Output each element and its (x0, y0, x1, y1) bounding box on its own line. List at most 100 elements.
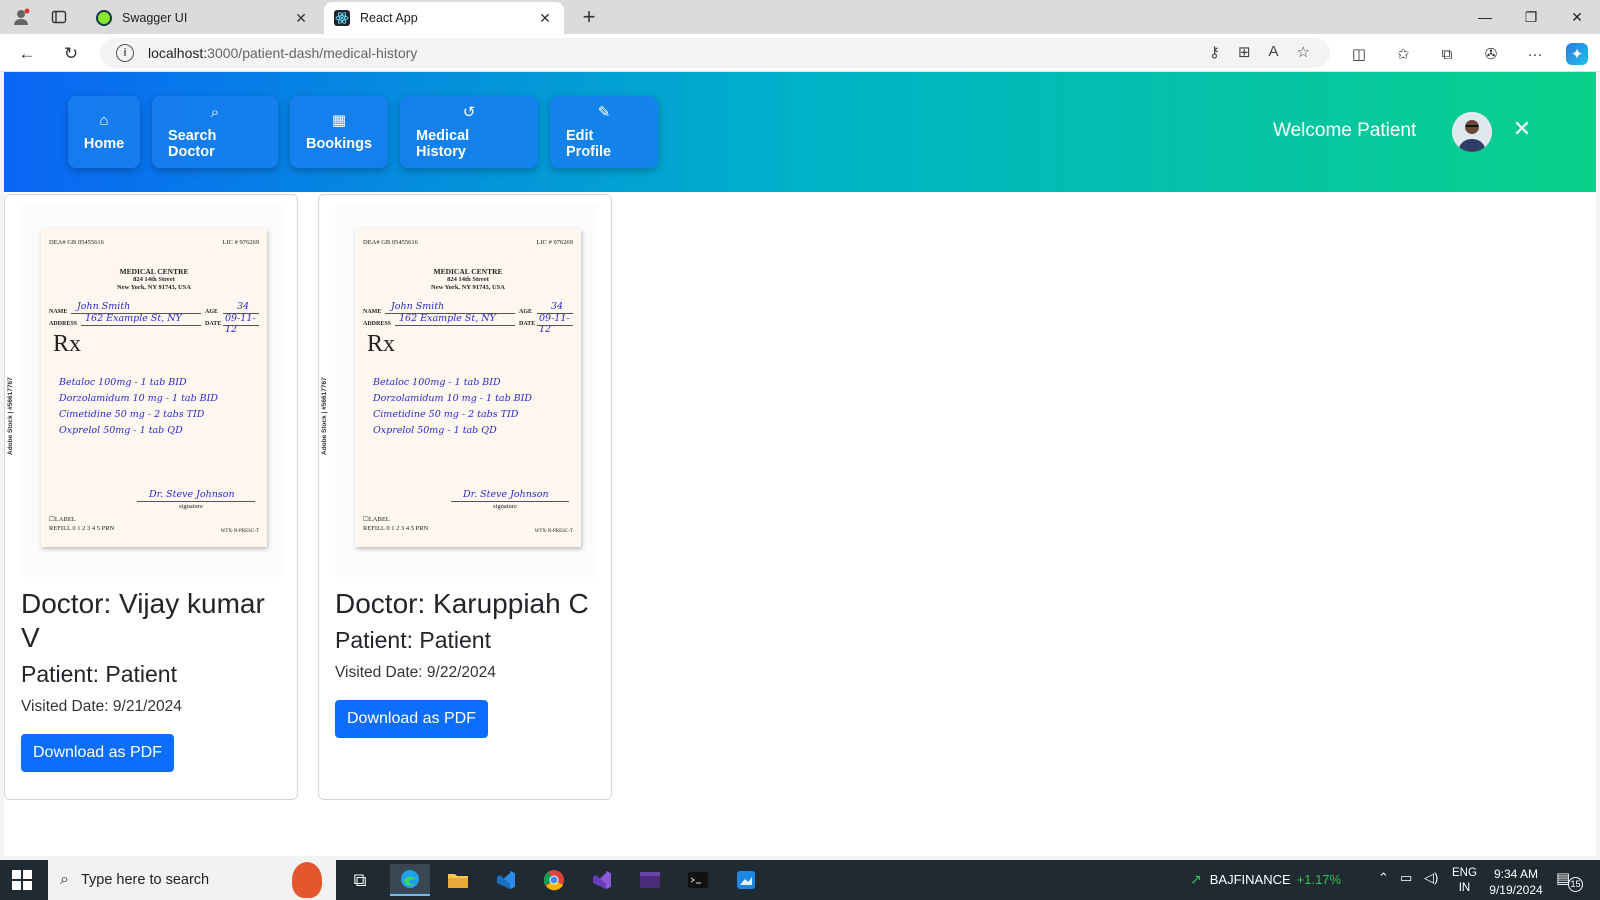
patient-name-handwritten: John Smith (391, 301, 445, 312)
nav-home[interactable]: ⌂ Home (68, 96, 140, 168)
chrome-icon[interactable] (534, 864, 574, 896)
nav-bookings[interactable]: ▦ Bookings (290, 96, 388, 168)
close-window-button[interactable]: ✕ (1554, 0, 1600, 34)
clinic-city: New York, NY 91743, USA (431, 284, 505, 291)
tab-react-app[interactable]: React App ✕ (324, 2, 564, 34)
stock-watermark: Adobe Stock | #56617767 (321, 377, 328, 455)
rx-symbol: Rx (367, 331, 396, 357)
language-indicator[interactable]: ENG IN (1452, 866, 1477, 896)
app-available-icon[interactable]: ⊞ (1238, 43, 1251, 61)
doctor-signature: Dr. Steve Johnson (463, 489, 549, 500)
age-handwritten: 34 (551, 301, 564, 312)
task-view-icon[interactable]: ⧉ (340, 864, 380, 896)
nav-label: Bookings (305, 136, 373, 152)
refresh-icon[interactable]: ↻ (58, 41, 84, 67)
signature-label: signature (179, 503, 203, 510)
patient-name: Patient: Patient (21, 661, 177, 687)
name-label: NAME (363, 309, 382, 315)
nav-label: Home (83, 136, 125, 152)
dea-number: DEA# GB 05455616 (363, 239, 418, 246)
patient-name: Patient: Patient (335, 627, 491, 653)
more-menu-icon[interactable]: ··· (1524, 43, 1546, 65)
react-favicon-icon (334, 10, 350, 26)
back-icon[interactable]: ← (14, 41, 40, 67)
extensions-icon[interactable]: ✇ (1480, 43, 1502, 65)
search-icon: ⌕ (60, 871, 69, 888)
windows-start-icon[interactable] (12, 870, 32, 890)
prescription-paper: DEA# GB 05455616 LIC # 976269 MEDICAL CE… (355, 229, 581, 547)
stock-ticker-widget[interactable]: ↗ BAJFINANCE +1.17% (1190, 871, 1341, 888)
medication-line: Oxprelol 50mg - 1 tab QD (373, 425, 497, 436)
medication-line: Betaloc 100mg - 1 tab BID (373, 377, 501, 388)
paint-app-icon[interactable] (726, 864, 766, 896)
notification-count: 15 (1568, 877, 1583, 892)
tab-actions-icon[interactable] (48, 6, 70, 28)
tab-close-icon[interactable]: ✕ (536, 10, 554, 27)
nav-edit-profile[interactable]: ✎ Edit Profile (550, 96, 658, 168)
nav-search-doctor[interactable]: ⌕ Search Doctor (152, 96, 278, 168)
restore-button[interactable]: ❐ (1508, 0, 1554, 34)
trend-up-icon: ↗ (1190, 871, 1202, 887)
nav-medical-history[interactable]: ↺ Medical History (400, 96, 538, 168)
notification-center-icon[interactable]: ▤ 15 (1556, 869, 1583, 892)
close-icon[interactable]: ✕ (1508, 116, 1536, 142)
favorite-star-icon[interactable]: ☆ (1297, 43, 1310, 61)
search-icon: ⌕ (210, 104, 220, 121)
search-placeholder: Type here to search (80, 872, 210, 888)
prescription-paper: DEA# GB 05455616 LIC # 976269 MEDICAL CE… (41, 229, 267, 547)
form-number: WTX-N-PRESC-T (220, 529, 259, 534)
password-key-icon[interactable]: ⚷ (1209, 43, 1220, 61)
favorites-icon[interactable]: ✩ (1392, 43, 1414, 65)
page-viewport: ⌂ Home ⌕ Search Doctor ▦ Bookings ↺ Medi… (4, 72, 1596, 856)
terminal-icon[interactable] (678, 864, 718, 896)
date-label: DATE (205, 321, 222, 327)
ticker-symbol: BAJFINANCE (1209, 872, 1291, 887)
tab-close-icon[interactable]: ✕ (292, 10, 310, 27)
edge-browser-icon[interactable] (390, 864, 430, 896)
split-screen-icon[interactable]: ◫ (1348, 43, 1370, 65)
vscode-icon[interactable] (486, 864, 526, 896)
name-label: NAME (49, 309, 68, 315)
system-clock[interactable]: 9:34 AM 9/19/2024 (1484, 866, 1548, 898)
visual-studio-icon[interactable] (582, 864, 622, 896)
download-pdf-button[interactable]: Download as PDF (21, 734, 174, 772)
signature-label: signature (493, 503, 517, 510)
file-explorer-icon[interactable] (438, 864, 478, 896)
url-text: localhost:3000/patient-dash/medical-hist… (148, 45, 418, 61)
refill-row: REFILL 0 1 2 3 4 5 PRN (363, 525, 429, 532)
taskbar-search-box[interactable]: ⌕ Type here to search (48, 860, 336, 900)
volume-icon[interactable]: ◁) (1424, 870, 1438, 886)
home-icon: ⌂ (99, 112, 109, 129)
download-pdf-button[interactable]: Download as PDF (335, 700, 488, 738)
minimize-button[interactable]: — (1462, 0, 1508, 34)
license-number: LIC # 976269 (222, 239, 259, 246)
url-field[interactable]: i localhost:3000/patient-dash/medical-hi… (100, 38, 1330, 68)
age-label: AGE (205, 309, 219, 315)
card-body: Doctor: Karuppiah C Patient: Patient Vis… (335, 587, 597, 738)
card-body: Doctor: Vijay kumar V Patient: Patient V… (21, 587, 283, 772)
medical-record-card: Adobe Stock | #56617767 DEA# GB 05455616… (4, 194, 298, 800)
tab-title: React App (360, 11, 418, 25)
tab-title: Swagger UI (122, 11, 188, 25)
clinic-city: New York, NY 91743, USA (117, 284, 191, 291)
doctor-signature: Dr. Steve Johnson (149, 489, 235, 500)
medical-record-card: Adobe Stock | #56617767 DEA# GB 05455616… (318, 194, 612, 800)
chevron-up-icon[interactable]: ⌃ (1378, 870, 1389, 886)
visited-date: Visited Date: 9/22/2024 (335, 664, 496, 681)
terminal-purple-icon[interactable] (630, 864, 670, 896)
copilot-icon[interactable]: ✦ (1566, 43, 1588, 65)
avatar[interactable] (1452, 112, 1492, 152)
medication-line: Betaloc 100mg - 1 tab BID (59, 377, 187, 388)
new-tab-button[interactable]: + (577, 5, 601, 29)
site-info-icon[interactable]: i (116, 44, 134, 62)
network-icon[interactable]: ▭ (1400, 870, 1412, 886)
nav-label: Search Doctor (168, 128, 217, 160)
ticker-change: +1.17% (1296, 872, 1342, 887)
profile-icon[interactable] (10, 6, 32, 28)
prescription-image: Adobe Stock | #56617767 DEA# GB 05455616… (7, 205, 283, 577)
doctor-name: Doctor: Vijay kumar V (21, 588, 265, 653)
refill-row: REFILL 0 1 2 3 4 5 PRN (49, 525, 115, 532)
read-aloud-icon[interactable]: A (1269, 43, 1279, 61)
collections-icon[interactable]: ⧉ (1436, 43, 1458, 65)
tab-swagger[interactable]: Swagger UI ✕ (86, 2, 320, 34)
